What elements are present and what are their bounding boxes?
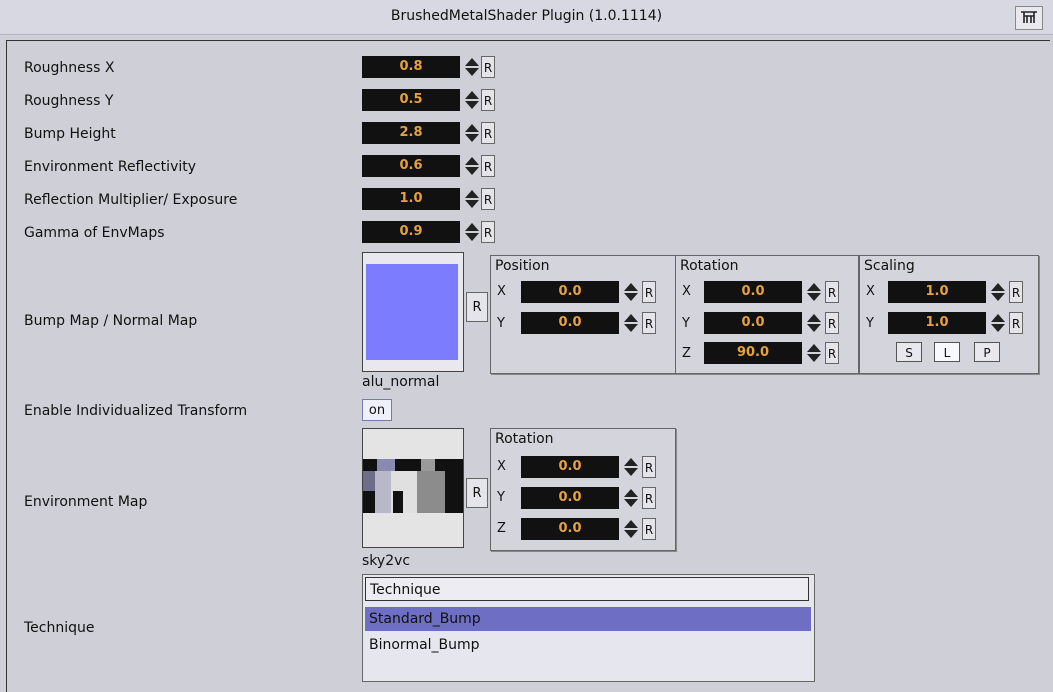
reset-button[interactable]: R (642, 518, 656, 540)
spinner-icon[interactable] (622, 281, 640, 303)
spinner-icon[interactable] (463, 155, 481, 177)
window-title: BrushedMetalShader Plugin (1.0.1114) (390, 8, 663, 24)
rotation-z-field[interactable]: 90.0 (704, 342, 802, 364)
scaling-title: Scaling (864, 258, 915, 274)
pin-icon[interactable] (1015, 6, 1043, 30)
spinner-icon[interactable] (463, 56, 481, 78)
env-rotation-title: Rotation (495, 431, 554, 447)
axis-label: Y (497, 316, 505, 331)
spinner-icon[interactable] (989, 281, 1007, 303)
axis-label: Z (682, 346, 691, 361)
reset-button[interactable]: R (642, 281, 656, 303)
spinner-icon[interactable] (805, 281, 823, 303)
bump-height-field[interactable]: 2.8 (362, 122, 460, 144)
rotation-x-field[interactable]: 0.0 (704, 281, 802, 303)
param-label: Gamma of EnvMaps (24, 225, 165, 241)
technique-item-binormal-bump[interactable]: Binormal_Bump (365, 633, 811, 657)
spinner-icon[interactable] (805, 342, 823, 364)
roughness-x-field[interactable]: 0.8 (362, 56, 460, 78)
axis-label: X (866, 284, 875, 299)
position-panel: Position X 0.0 R Y 0.0 R (490, 255, 676, 374)
transform-toggle[interactable]: on (362, 399, 392, 421)
axis-label: X (497, 459, 506, 474)
reset-button[interactable]: R (481, 89, 495, 111)
spinner-icon[interactable] (805, 312, 823, 334)
env-map-reset-button[interactable]: R (466, 478, 488, 508)
technique-item-standard-bump[interactable]: Standard_Bump (365, 607, 811, 631)
reset-button[interactable]: R (481, 155, 495, 177)
env-rotation-panel: Rotation X 0.0 R Y 0.0 R Z 0.0 R (490, 428, 676, 551)
bump-map-filename: alu_normal (362, 374, 440, 390)
axis-label: X (497, 284, 506, 299)
reset-button[interactable]: R (825, 281, 839, 303)
technique-label: Technique (24, 620, 95, 636)
spinner-icon[interactable] (463, 221, 481, 243)
rotation-panel: Rotation X 0.0 R Y 0.0 R Z 90.0 R (675, 255, 859, 374)
env-rotation-z-field[interactable]: 0.0 (521, 518, 619, 540)
position-title: Position (495, 258, 550, 274)
transform-label: Enable Individualized Transform (24, 403, 248, 419)
axis-label: Y (866, 316, 874, 331)
rotation-y-field[interactable]: 0.0 (704, 312, 802, 334)
scale-mode-p-button[interactable]: P (974, 342, 1000, 362)
spinner-icon[interactable] (622, 487, 640, 509)
param-label: Bump Height (24, 126, 116, 142)
reflection-multiplier-field[interactable]: 1.0 (362, 188, 460, 210)
technique-list: Technique Standard_Bump Binormal_Bump (362, 574, 815, 682)
param-label: Environment Reflectivity (24, 159, 197, 175)
scaling-y-field[interactable]: 1.0 (888, 312, 986, 334)
spinner-icon[interactable] (463, 89, 481, 111)
env-map-filename: sky2vc (362, 553, 411, 569)
reset-button[interactable]: R (825, 312, 839, 334)
env-rotation-y-field[interactable]: 0.0 (521, 487, 619, 509)
position-x-field[interactable]: 0.0 (521, 281, 619, 303)
reset-button[interactable]: R (481, 56, 495, 78)
gamma-field[interactable]: 0.9 (362, 221, 460, 243)
scaling-x-field[interactable]: 1.0 (888, 281, 986, 303)
reset-button[interactable]: R (1009, 281, 1023, 303)
reset-button[interactable]: R (825, 342, 839, 364)
scaling-panel: Scaling X 1.0 R Y 1.0 R S L P (859, 255, 1039, 374)
reset-button[interactable]: R (481, 188, 495, 210)
rotation-title: Rotation (680, 258, 739, 274)
reset-button[interactable]: R (481, 221, 495, 243)
axis-label: Y (682, 316, 690, 331)
window-titlebar: BrushedMetalShader Plugin (1.0.1114) (0, 0, 1053, 35)
env-map-label: Environment Map (24, 494, 148, 510)
reset-button[interactable]: R (642, 456, 656, 478)
reset-button[interactable]: R (642, 312, 656, 334)
technique-list-header: Technique (365, 577, 809, 601)
env-map-thumbnail[interactable] (362, 428, 464, 548)
spinner-icon[interactable] (989, 312, 1007, 334)
scale-mode-s-button[interactable]: S (896, 342, 922, 362)
reset-button[interactable]: R (642, 487, 656, 509)
spinner-icon[interactable] (463, 188, 481, 210)
bump-map-reset-button[interactable]: R (466, 292, 488, 322)
spinner-icon[interactable] (622, 456, 640, 478)
bump-map-thumbnail[interactable] (362, 252, 464, 372)
spinner-icon[interactable] (463, 122, 481, 144)
scale-mode-l-button[interactable]: L (934, 342, 960, 362)
env-rotation-x-field[interactable]: 0.0 (521, 456, 619, 478)
axis-label: X (682, 284, 691, 299)
env-reflectivity-field[interactable]: 0.6 (362, 155, 460, 177)
reset-button[interactable]: R (1009, 312, 1023, 334)
bump-map-label: Bump Map / Normal Map (24, 313, 198, 329)
axis-label: Z (497, 521, 506, 536)
sky-map-preview (363, 429, 463, 547)
roughness-y-field[interactable]: 0.5 (362, 89, 460, 111)
normal-map-preview (366, 264, 458, 360)
spinner-icon[interactable] (622, 312, 640, 334)
position-y-field[interactable]: 0.0 (521, 312, 619, 334)
reset-button[interactable]: R (481, 122, 495, 144)
param-label: Roughness Y (24, 93, 114, 109)
spinner-icon[interactable] (622, 518, 640, 540)
param-label: Roughness X (24, 60, 115, 76)
param-label: Reflection Multiplier/ Exposure (24, 192, 238, 208)
axis-label: Y (497, 490, 505, 505)
